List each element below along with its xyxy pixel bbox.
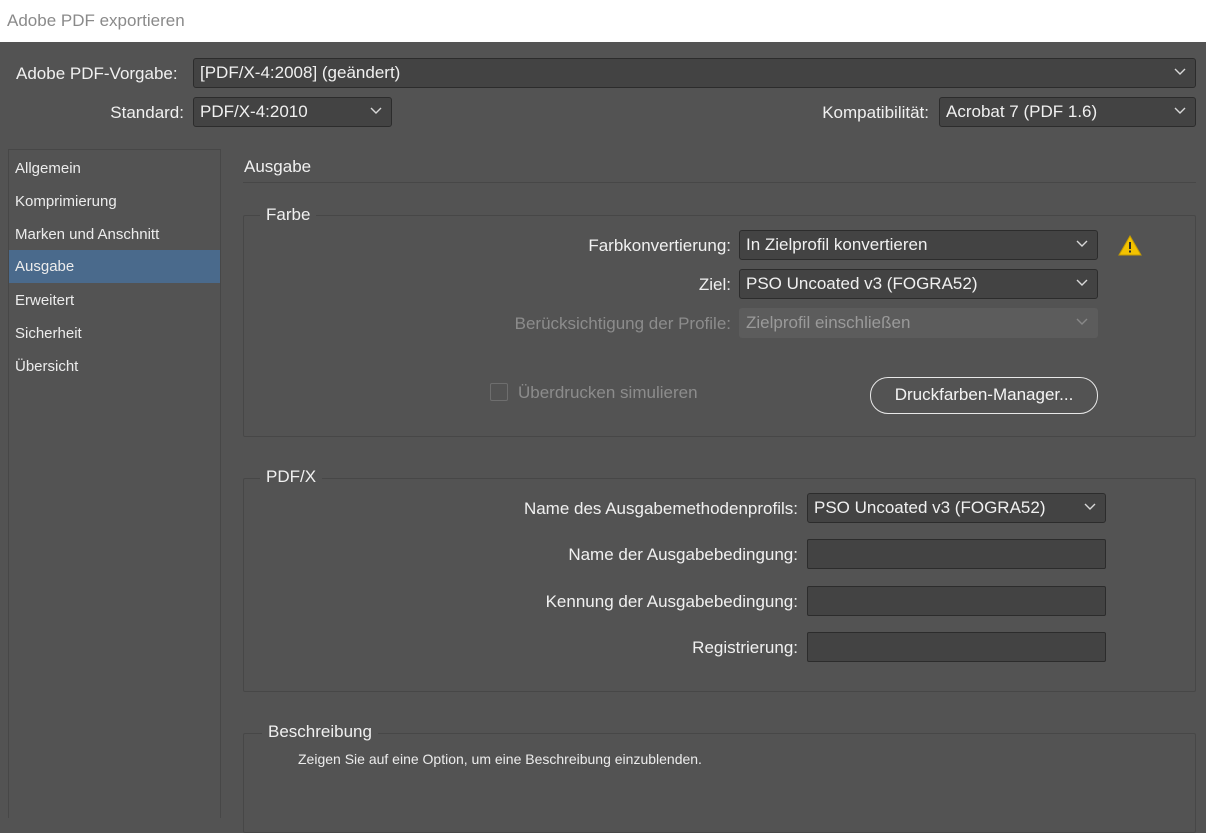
standard-value: PDF/X-4:2010 [200,102,308,121]
registry-field[interactable] [807,632,1106,662]
registry-label: Registrierung: [692,638,798,657]
profile-inclusion-value: Zielprofil einschließen [746,313,911,332]
simulate-overprint-label: Überdrucken simulieren [518,383,698,402]
description-group [243,733,1196,833]
sidebar-item-ausgabe[interactable]: Ausgabe [9,250,220,283]
output-profile-name-dropdown[interactable]: PSO Uncoated v3 (FOGRA52) [807,493,1106,523]
chevron-down-icon [1174,68,1186,75]
chevron-down-icon [1076,318,1088,325]
farbe-legend: Farbe [260,205,317,225]
profile-inclusion-dropdown: Zielprofil einschließen [739,308,1098,338]
target-value: PSO Uncoated v3 (FOGRA52) [746,274,978,293]
target-label: Ziel: [698,275,731,294]
compatibility-value: Acrobat 7 (PDF 1.6) [946,102,1098,121]
window-title: Adobe PDF exportieren [0,0,1206,42]
pdfx-legend: PDF/X [260,467,323,487]
output-profile-name-value: PSO Uncoated v3 (FOGRA52) [814,498,1046,517]
standard-label: Standard: [110,103,184,122]
simulate-overprint-checkbox[interactable] [490,383,508,401]
sidebar-item-sicherheit[interactable]: Sicherheit [9,317,220,350]
sidebar-item-allgemein[interactable]: Allgemein [9,152,220,185]
sidebar-item-uebersicht[interactable]: Übersicht [9,350,220,383]
ink-manager-button[interactable]: Druckfarben-Manager... [870,377,1098,414]
description-text: Zeigen Sie auf eine Option, um eine Besc… [298,751,702,767]
sidebar-item-erweitert[interactable]: Erweitert [9,284,220,317]
chevron-down-icon [1084,503,1096,510]
output-condition-name-label: Name der Ausgabebedingung: [568,545,798,564]
sidebar-item-marken-und-anschnitt[interactable]: Marken und Anschnitt [9,218,220,251]
profile-inclusion-label: Berücksichtigung der Profile: [514,314,731,333]
chevron-down-icon [370,107,382,114]
sidebar-item-komprimierung[interactable]: Komprimierung [9,185,220,218]
output-profile-name-label: Name des Ausgabemethodenprofils: [523,499,798,518]
output-condition-name-field[interactable] [807,539,1106,569]
description-legend: Beschreibung [262,722,378,742]
color-conversion-dropdown[interactable]: In Zielprofil konvertieren [739,230,1098,260]
preset-label: Adobe PDF-Vorgabe: [16,64,178,83]
compatibility-dropdown[interactable]: Acrobat 7 (PDF 1.6) [939,97,1196,127]
target-dropdown[interactable]: PSO Uncoated v3 (FOGRA52) [739,269,1098,299]
sidebar: Allgemein Komprimierung Marken und Ansch… [8,149,221,818]
page-title: Ausgabe [244,157,312,176]
color-conversion-value: In Zielprofil konvertieren [746,235,928,254]
preset-dropdown[interactable]: [PDF/X-4:2008] (geändert) [193,58,1196,88]
preset-value: [PDF/X-4:2008] (geändert) [200,63,401,82]
chevron-down-icon [1076,279,1088,286]
warning-icon [1118,235,1142,256]
compatibility-label: Kompatibilität: [822,103,929,122]
title-divider [243,182,1196,183]
chevron-down-icon [1174,107,1186,114]
chevron-down-icon [1076,240,1088,247]
output-condition-id-label: Kennung der Ausgabebedingung: [545,592,798,611]
color-conversion-label: Farbkonvertierung: [588,236,731,255]
standard-dropdown[interactable]: PDF/X-4:2010 [193,97,392,127]
output-condition-id-field[interactable] [807,586,1106,616]
